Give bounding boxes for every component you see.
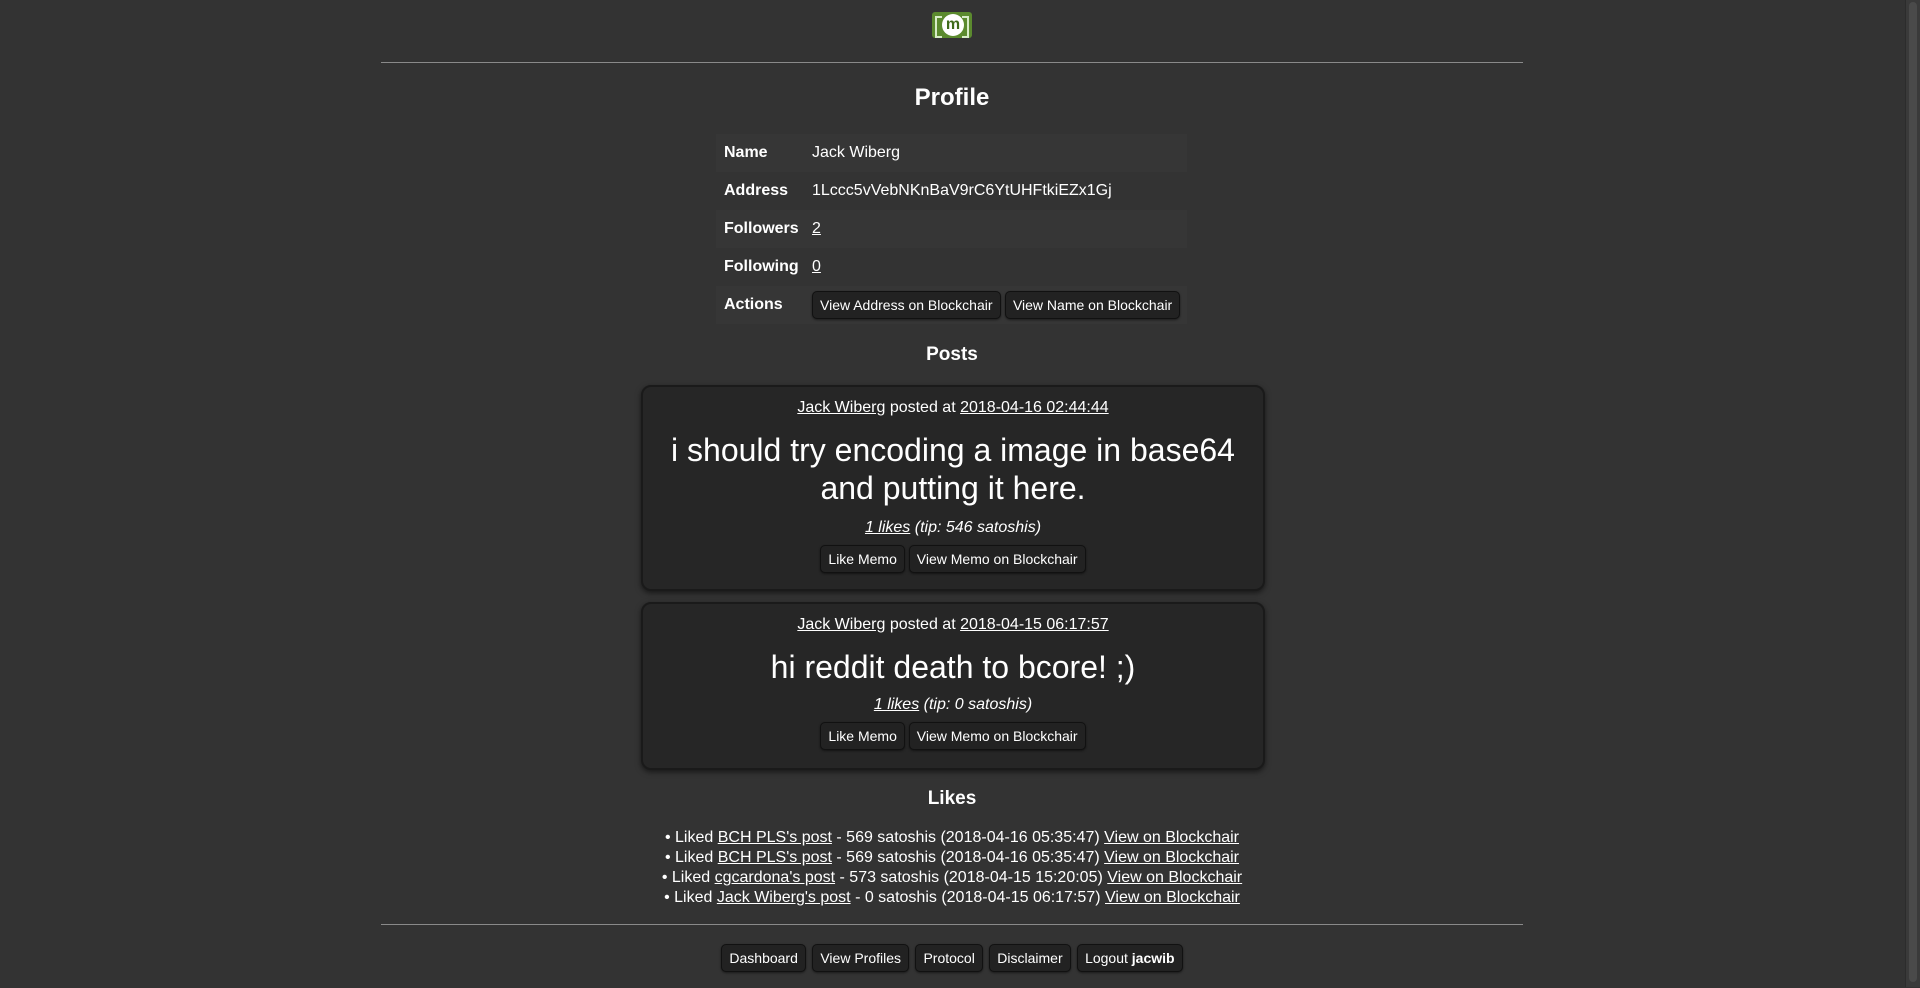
view-memo-button[interactable]: View Memo on Blockchair: [908, 545, 1086, 573]
following-label: Following: [724, 258, 799, 275]
post-likes-link[interactable]: 1 likes: [865, 519, 910, 536]
post-author-link[interactable]: Jack Wiberg: [797, 399, 885, 416]
like-prefix: Liked: [675, 849, 714, 866]
logout-label: Logout: [1085, 950, 1128, 966]
header: m: [381, 0, 1523, 63]
post-message: hi reddit death to bcore! ;): [770, 649, 1136, 685]
logo-letter: m: [942, 14, 964, 36]
list-item: Liked cgcardona's post - 573 satoshis (2…: [381, 868, 1523, 888]
posts-title: Posts: [926, 344, 978, 365]
like-detail: - 573 satoshis (2018-04-15 15:20:05): [839, 869, 1103, 886]
post-card: Jack Wiberg posted at 2018-04-16 02:44:4…: [641, 385, 1265, 591]
name-label: Name: [716, 134, 804, 172]
like-detail: - 569 satoshis (2018-04-16 05:35:47): [836, 829, 1100, 846]
name-value: Jack Wiberg: [804, 134, 1187, 172]
liked-post-link[interactable]: cgcardona's post: [715, 869, 835, 886]
profile-row-name: Name Jack Wiberg: [716, 134, 1187, 172]
address-value: 1Lccc5vVebNKnBaV9rC6YtUHFtkiEZx1Gj: [812, 182, 1112, 199]
posted-at-text: posted at: [889, 616, 956, 633]
followers-label: Followers: [716, 210, 804, 248]
followers-link[interactable]: 2: [812, 220, 821, 237]
logo-bracket-left: [935, 16, 942, 38]
following-link[interactable]: 0: [812, 258, 821, 275]
like-detail: - 0 satoshis (2018-04-15 06:17:57): [855, 889, 1101, 906]
view-memo-button[interactable]: View Memo on Blockchair: [908, 722, 1086, 750]
view-on-blockchair-link[interactable]: View on Blockchair: [1104, 849, 1239, 866]
view-on-blockchair-link[interactable]: View on Blockchair: [1105, 889, 1240, 906]
profile-row-address: Address 1Lccc5vVebNKnBaV9rC6YtUHFtkiEZx1…: [716, 172, 1187, 210]
like-prefix: Liked: [675, 829, 714, 846]
post-message: i should try encoding a image in base64 …: [671, 432, 1235, 506]
liked-post-link[interactable]: BCH PLS's post: [718, 829, 832, 846]
like-prefix: Liked: [671, 869, 711, 886]
page-scrollbar[interactable]: [1905, 0, 1920, 987]
page-container: m Profile Name Jack Wiberg Address 1Lccc…: [381, 0, 1523, 972]
like-prefix: Liked: [674, 889, 713, 906]
posted-at-text: posted at: [889, 399, 956, 416]
profile-table: Name Jack Wiberg Address 1Lccc5vVebNKnBa…: [716, 134, 1187, 324]
view-on-blockchair-link[interactable]: View on Blockchair: [1104, 829, 1239, 846]
address-label: Address: [724, 182, 789, 199]
profile-row-following: Following 0: [716, 248, 1187, 286]
like-memo-button[interactable]: Like Memo: [820, 722, 905, 750]
following-cell: 0: [804, 248, 1187, 286]
actions-label: Actions: [716, 286, 804, 324]
post-card: Jack Wiberg posted at 2018-04-15 06:17:5…: [641, 602, 1265, 770]
disclaimer-button[interactable]: Disclaimer: [989, 944, 1071, 972]
footer: Dashboard View Profiles Protocol Disclai…: [381, 924, 1523, 988]
view-name-button[interactable]: View Name on Blockchair: [1004, 291, 1181, 319]
post-meta: Jack Wiberg posted at 2018-04-15 06:17:5…: [643, 616, 1263, 634]
liked-post-link[interactable]: BCH PLS's post: [718, 849, 832, 866]
post-likes: 1 likes (tip: 546 satoshis): [643, 519, 1263, 537]
memo-logo[interactable]: m: [932, 12, 972, 38]
post-actions: Like Memo View Memo on Blockchair: [643, 545, 1263, 573]
likes-list: Liked BCH PLS's post - 569 satoshis (201…: [381, 828, 1523, 908]
post-tip-text: (tip: 546 satoshis): [914, 519, 1042, 536]
post-timestamp-link[interactable]: 2018-04-16 02:44:44: [960, 399, 1109, 416]
view-profiles-button[interactable]: View Profiles: [812, 944, 910, 972]
profile-row-followers: Followers 2: [716, 210, 1187, 248]
post-tip-text: (tip: 0 satoshis): [923, 696, 1033, 713]
followers-cell: 2: [804, 210, 1187, 248]
post-timestamp-link[interactable]: 2018-04-15 06:17:57: [960, 616, 1109, 633]
post-likes-link[interactable]: 1 likes: [874, 696, 919, 713]
dashboard-button[interactable]: Dashboard: [721, 944, 806, 972]
like-detail: - 569 satoshis (2018-04-16 05:35:47): [836, 849, 1100, 866]
list-item: Liked BCH PLS's post - 569 satoshis (201…: [381, 828, 1523, 848]
likes-title: Likes: [927, 788, 977, 809]
post-likes: 1 likes (tip: 0 satoshis): [643, 696, 1263, 714]
like-memo-button[interactable]: Like Memo: [820, 545, 905, 573]
list-item: Liked BCH PLS's post - 569 satoshis (201…: [381, 848, 1523, 868]
post-actions: Like Memo View Memo on Blockchair: [643, 722, 1263, 750]
protocol-button[interactable]: Protocol: [915, 944, 983, 972]
post-meta: Jack Wiberg posted at 2018-04-16 02:44:4…: [643, 399, 1263, 417]
profile-row-actions: Actions View Address on Blockchair View …: [716, 286, 1187, 324]
logout-button[interactable]: Logout jacwib: [1077, 944, 1183, 972]
actions-cell: View Address on Blockchair View Name on …: [804, 286, 1187, 324]
list-item: Liked Jack Wiberg's post - 0 satoshis (2…: [381, 888, 1523, 908]
scrollbar-thumb[interactable]: [1909, 2, 1917, 982]
logout-username: jacwib: [1131, 950, 1175, 966]
post-author-link[interactable]: Jack Wiberg: [797, 616, 885, 633]
profile-title: Profile: [914, 84, 990, 111]
footer-nav: Dashboard View Profiles Protocol Disclai…: [381, 944, 1523, 972]
view-address-button[interactable]: View Address on Blockchair: [812, 291, 1001, 319]
logo-bracket-right: [962, 16, 969, 38]
view-on-blockchair-link[interactable]: View on Blockchair: [1107, 869, 1242, 886]
liked-post-link[interactable]: Jack Wiberg's post: [717, 889, 851, 906]
